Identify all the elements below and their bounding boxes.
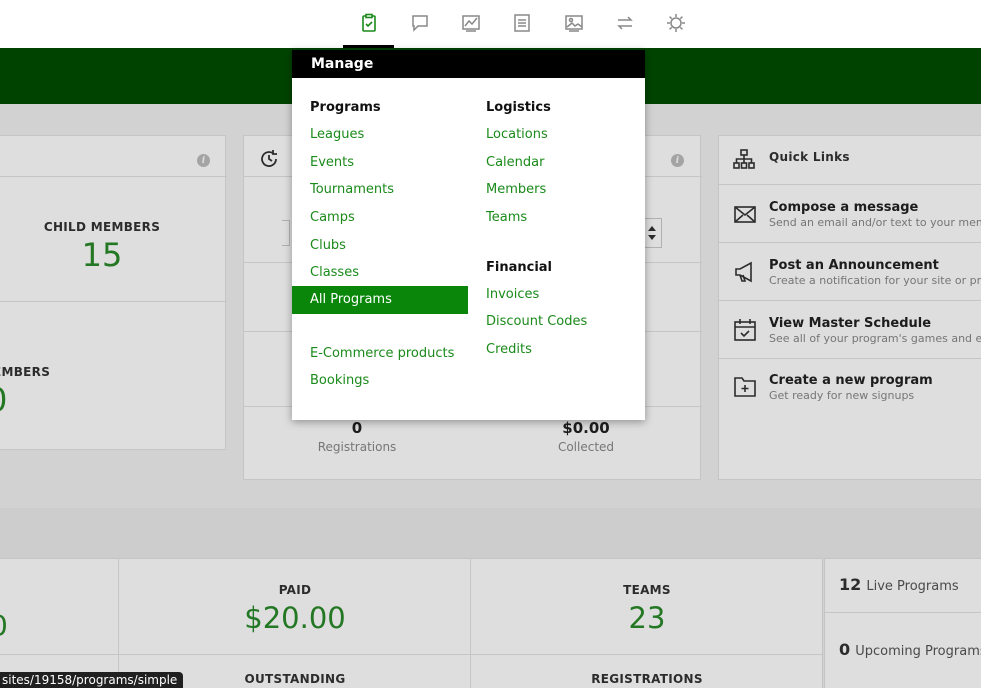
menu-item-events[interactable]: Events: [310, 155, 354, 170]
menu-item-clubs[interactable]: Clubs: [310, 238, 346, 253]
manage-dropdown: Manage Programs Leagues Events Tournamen…: [292, 50, 645, 420]
menu-item-all-programs[interactable]: All Programs: [292, 286, 468, 314]
menu-item-invoices[interactable]: Invoices: [486, 287, 539, 302]
menu-item-teams[interactable]: Teams: [486, 210, 527, 225]
financial-heading: Financial: [486, 260, 553, 275]
menu-item-classes[interactable]: Classes: [310, 265, 359, 280]
menu-item-credits[interactable]: Credits: [486, 342, 532, 357]
menu-item-discount-codes[interactable]: Discount Codes: [486, 314, 587, 329]
top-nav: [0, 0, 981, 48]
menu-item-calendar[interactable]: Calendar: [486, 155, 544, 170]
chart-line-icon[interactable]: [460, 12, 482, 34]
menu-item-tournaments[interactable]: Tournaments: [310, 182, 394, 197]
chat-bubble-icon[interactable]: [409, 12, 431, 34]
dropdown-title: Manage: [292, 50, 645, 78]
programs-heading: Programs: [310, 100, 381, 115]
menu-item-locations[interactable]: Locations: [486, 127, 548, 142]
gear-icon[interactable]: [665, 12, 687, 34]
menu-item-members[interactable]: Members: [486, 182, 546, 197]
menu-item-camps[interactable]: Camps: [310, 210, 355, 225]
menu-item-ecommerce-products[interactable]: E-Commerce products: [310, 346, 454, 361]
status-bar-url: sites/19158/programs/simple: [0, 672, 184, 688]
document-list-icon[interactable]: [511, 12, 533, 34]
clipboard-check-icon[interactable]: [358, 12, 380, 34]
menu-item-bookings[interactable]: Bookings: [310, 373, 369, 388]
image-icon[interactable]: [563, 12, 585, 34]
logistics-heading: Logistics: [486, 100, 551, 115]
transfer-arrows-icon[interactable]: [614, 12, 636, 34]
menu-item-leagues[interactable]: Leagues: [310, 127, 364, 142]
